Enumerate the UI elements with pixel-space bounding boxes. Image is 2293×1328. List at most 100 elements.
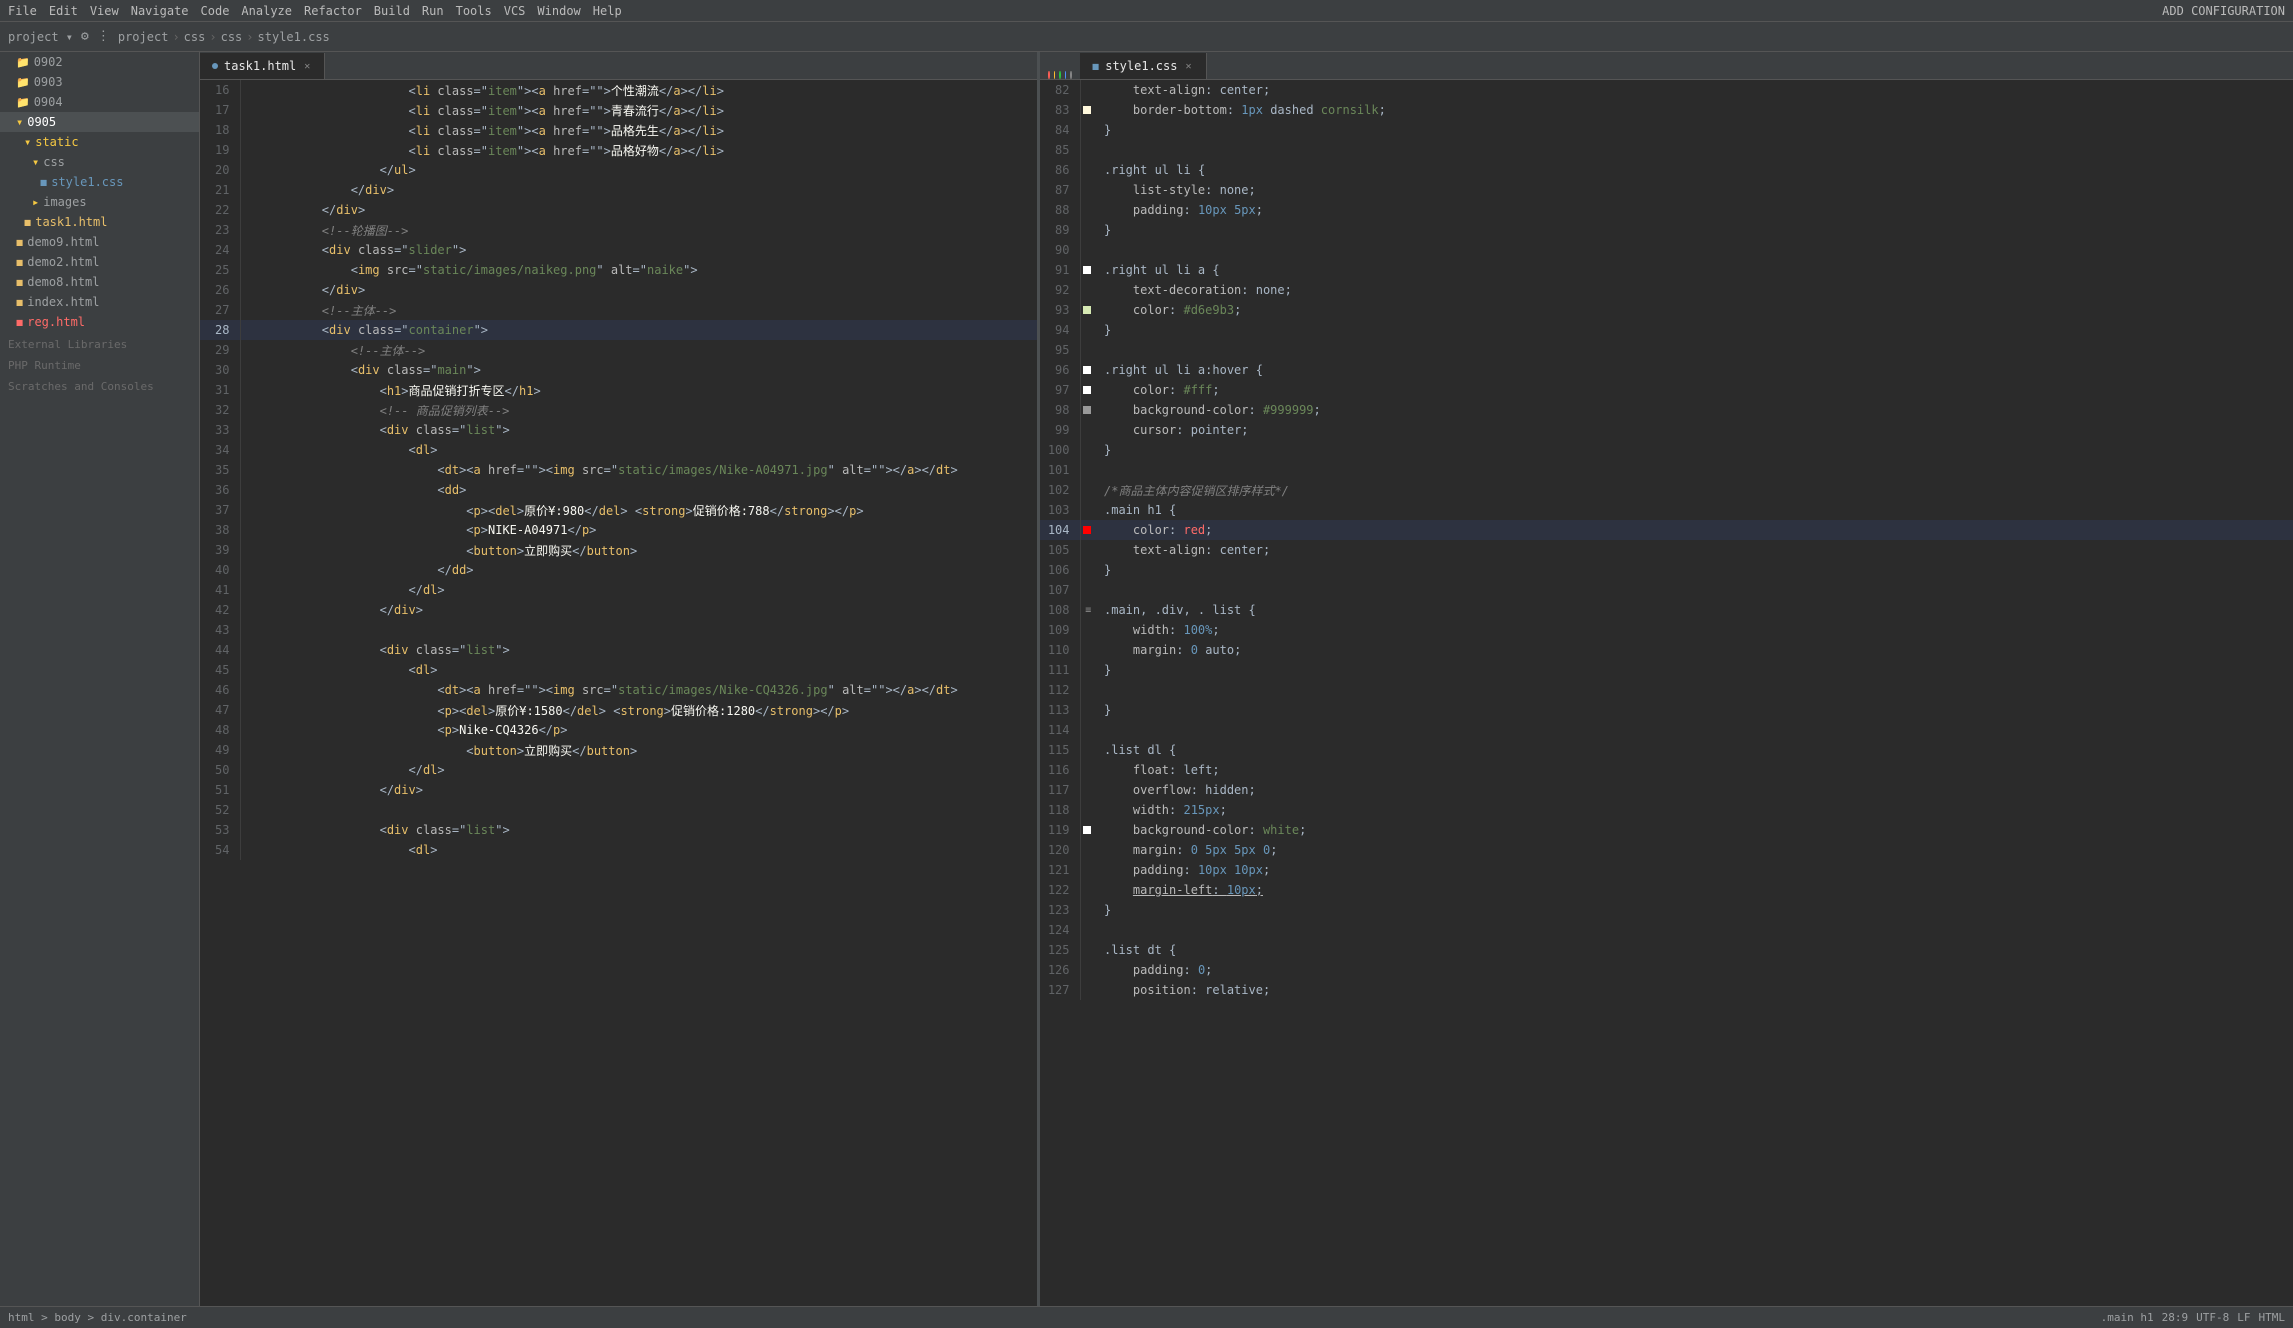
color-swatch[interactable]: [1083, 526, 1091, 534]
status-line-col[interactable]: 28:9: [2162, 1311, 2189, 1324]
traffic-light-yellow[interactable]: [1054, 71, 1056, 79]
tab-close-style1css[interactable]: ✕: [1183, 61, 1193, 72]
line-gutter: [1080, 140, 1096, 160]
left-code-content[interactable]: 16 <li class="item"><a href="">个性潮流</a><…: [200, 80, 1037, 1306]
sidebar-item-reghtml[interactable]: ◼ reg.html: [0, 312, 199, 332]
sidebar-item-0903[interactable]: 📁 0903: [0, 72, 199, 92]
line-gutter: [1080, 660, 1096, 680]
menu-run[interactable]: Run: [422, 4, 444, 18]
status-right: .main h1 28:9 UTF-8 LF HTML: [2101, 1311, 2285, 1324]
menu-window[interactable]: Window: [537, 4, 580, 18]
line-number: 17: [200, 100, 240, 120]
color-swatch[interactable]: [1083, 106, 1091, 114]
status-line-endings[interactable]: LF: [2237, 1311, 2250, 1324]
toolbar-project[interactable]: project ▾: [8, 30, 73, 44]
sidebar-item-images[interactable]: ▸ images: [0, 192, 199, 212]
menu-help[interactable]: Help: [593, 4, 622, 18]
table-row: 16 <li class="item"><a href="">个性潮流</a><…: [200, 80, 1037, 100]
tab-task1html[interactable]: task1.html ✕: [200, 53, 325, 79]
sidebar-section-external[interactable]: External Libraries: [0, 332, 199, 353]
line-number: 21: [200, 180, 240, 200]
color-swatch[interactable]: [1083, 826, 1091, 834]
sidebar-item-style1css[interactable]: ◼ style1.css: [0, 172, 199, 192]
menu-analyze[interactable]: Analyze: [241, 4, 292, 18]
menu-build[interactable]: Build: [374, 4, 410, 18]
menu-vcs[interactable]: VCS: [504, 4, 526, 18]
line-number: 114: [1040, 720, 1080, 740]
sidebar-label-demo9html: demo9.html: [27, 235, 99, 249]
line-code: <p>Nike-CQ4326</p>: [256, 720, 1037, 740]
menu-view[interactable]: View: [90, 4, 119, 18]
status-encoding[interactable]: UTF-8: [2196, 1311, 2229, 1324]
line-gutter: [1080, 80, 1096, 100]
color-swatch[interactable]: [1083, 266, 1091, 274]
line-code: width: 100%;: [1096, 620, 2293, 640]
sidebar-item-indexhtml[interactable]: ◼ index.html: [0, 292, 199, 312]
line-gutter: [1080, 220, 1096, 240]
line-gutter: [1080, 800, 1096, 820]
right-code-content[interactable]: 82 text-align: center; 83 border-bottom:…: [1040, 80, 2293, 1306]
add-config-button[interactable]: ADD CONFIGURATION: [2162, 4, 2285, 18]
line-gutter: [240, 460, 256, 480]
table-row: 37 <p><del>原价¥:980</del> <strong>促销价格:78…: [200, 500, 1037, 520]
sidebar-item-0904[interactable]: 📁 0904: [0, 92, 199, 112]
line-number: 27: [200, 300, 240, 320]
table-row: 36 <dd>: [200, 480, 1037, 500]
line-code: <div class="list">: [256, 640, 1037, 660]
line-gutter: [240, 720, 256, 740]
status-file-type[interactable]: HTML: [2259, 1311, 2286, 1324]
toolbar-more-icon[interactable]: ⋮: [97, 29, 110, 44]
color-swatch[interactable]: [1083, 366, 1091, 374]
toolbar-settings-icon[interactable]: ⚙: [81, 29, 89, 44]
sidebar-item-demo2html[interactable]: ◼ demo2.html: [0, 252, 199, 272]
breadcrumb-project[interactable]: project: [118, 30, 169, 44]
menu-file[interactable]: File: [8, 4, 37, 18]
color-swatch[interactable]: [1083, 406, 1091, 414]
line-number: 35: [200, 460, 240, 480]
line-number: 44: [200, 640, 240, 660]
table-row: 122 margin-left: 10px;: [1040, 880, 2293, 900]
line-number: 26: [200, 280, 240, 300]
traffic-light-blue[interactable]: [1065, 71, 1067, 79]
sidebar-item-css[interactable]: ▾ css: [0, 152, 199, 172]
table-row: 44 <div class="list">: [200, 640, 1037, 660]
breadcrumb-css1[interactable]: css: [184, 30, 206, 44]
tab-style1css[interactable]: ◼ style1.css ✕: [1080, 53, 1207, 79]
breadcrumb-style[interactable]: style1.css: [258, 30, 330, 44]
line-code: </div>: [256, 280, 1037, 300]
sidebar-item-task1html[interactable]: ◼ task1.html: [0, 212, 199, 232]
line-code: [1096, 680, 2293, 700]
menu-code[interactable]: Code: [201, 4, 230, 18]
menu-navigate[interactable]: Navigate: [131, 4, 189, 18]
sidebar-section-php[interactable]: PHP Runtime: [0, 353, 199, 374]
breadcrumb-css2[interactable]: css: [221, 30, 243, 44]
color-swatch[interactable]: [1083, 386, 1091, 394]
sidebar-item-static[interactable]: ▾ static: [0, 132, 199, 152]
line-number: 95: [1040, 340, 1080, 360]
editors-split: task1.html ✕ 16 <li class="item"><a href…: [200, 52, 2293, 1306]
table-row: 19 <li class="item"><a href="">品格好物</a><…: [200, 140, 1037, 160]
traffic-light-red[interactable]: [1048, 71, 1050, 79]
traffic-light-green[interactable]: [1059, 71, 1061, 79]
table-row: 119 background-color: white;: [1040, 820, 2293, 840]
tab-close-task1html[interactable]: ✕: [302, 61, 312, 72]
sidebar-item-demo8html[interactable]: ◼ demo8.html: [0, 272, 199, 292]
line-number: 118: [1040, 800, 1080, 820]
sidebar-item-demo9html[interactable]: ◼ demo9.html: [0, 232, 199, 252]
sidebar-item-0902[interactable]: 📁 0902: [0, 52, 199, 72]
color-swatch[interactable]: [1083, 306, 1091, 314]
line-number: 120: [1040, 840, 1080, 860]
fold-icon[interactable]: ≡: [1085, 605, 1091, 616]
line-gutter: [1080, 940, 1096, 960]
traffic-light-gray[interactable]: [1070, 71, 1072, 79]
sidebar-item-0905[interactable]: ▾ 0905: [0, 112, 199, 132]
line-code: }: [1096, 700, 2293, 720]
menu-refactor[interactable]: Refactor: [304, 4, 362, 18]
line-number: 52: [200, 800, 240, 820]
menu-tools[interactable]: Tools: [456, 4, 492, 18]
html-file-icon: ◼: [24, 215, 31, 229]
menu-edit[interactable]: Edit: [49, 4, 78, 18]
line-number: 23: [200, 220, 240, 240]
sidebar-section-scratches[interactable]: Scratches and Consoles: [0, 374, 199, 395]
line-code: .list dt {: [1096, 940, 2293, 960]
